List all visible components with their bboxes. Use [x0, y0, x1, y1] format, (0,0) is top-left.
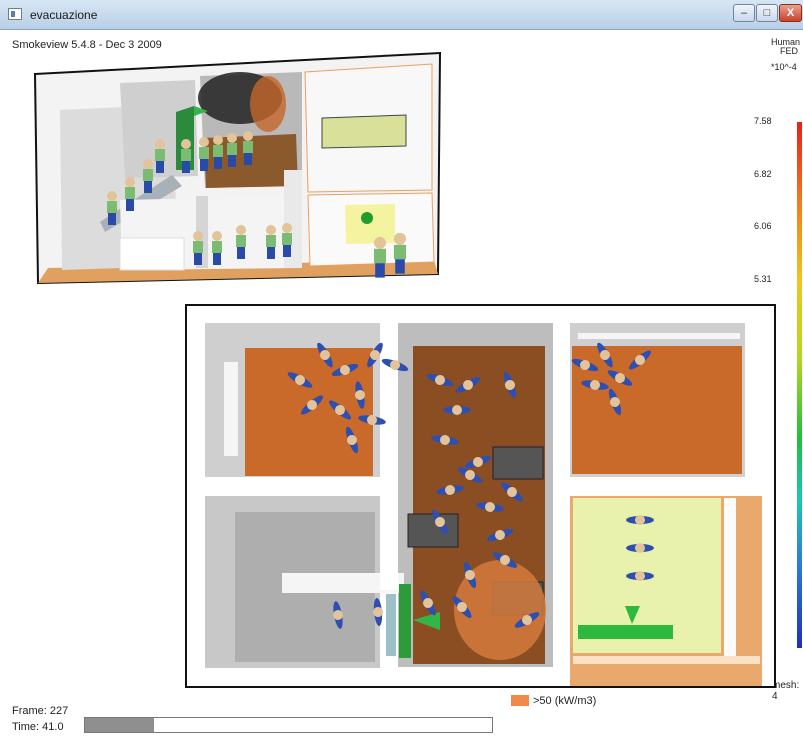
scene-canvas[interactable] — [0, 0, 803, 738]
occupant-icon — [282, 223, 292, 257]
time-label: Time: 41.0 — [12, 721, 64, 733]
occupant-icon — [227, 133, 237, 167]
occupant-icon — [143, 159, 153, 193]
occupant-icon — [243, 131, 253, 165]
occupant-icon — [213, 135, 223, 169]
occupant-icon — [266, 225, 276, 259]
occupant-icon — [125, 177, 135, 211]
hrr-label: >50 (kW/m3) — [533, 695, 597, 707]
frame-label: Frame: 227 — [12, 705, 69, 717]
time-slider-fill — [85, 718, 155, 732]
occupant-icon — [236, 225, 246, 259]
occupant-icon — [193, 231, 203, 265]
plan-view — [185, 304, 776, 688]
occupant-icon — [212, 231, 222, 265]
occupant-icon — [155, 139, 165, 173]
time-slider[interactable] — [84, 717, 493, 733]
occupant-icon — [199, 137, 209, 171]
hrr-swatch — [511, 695, 529, 706]
occupant-icon — [374, 236, 386, 278]
occupant-icon — [181, 139, 191, 173]
occupant-icon — [107, 191, 117, 225]
occupant-icon — [394, 232, 406, 274]
